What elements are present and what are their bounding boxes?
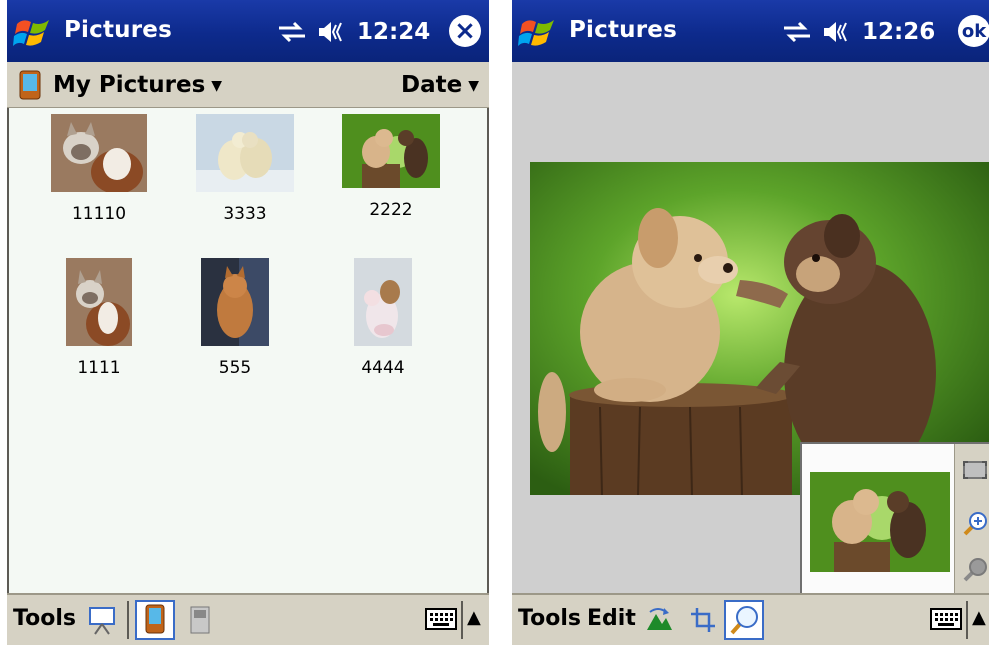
device-icon[interactable]	[19, 70, 41, 100]
thumbnail-item[interactable]: 4444	[323, 258, 443, 378]
sort-dropdown[interactable]: Date ▼	[401, 72, 479, 98]
bottom-menu-bar: Tools ▲	[7, 593, 489, 645]
sip-separator	[461, 601, 463, 639]
keyboard-icon[interactable]	[425, 607, 457, 633]
app-title: Pictures	[569, 17, 677, 43]
start-menu-icon[interactable]	[13, 10, 55, 52]
slideshow-icon[interactable]	[87, 604, 117, 636]
thumbnail-image	[354, 258, 412, 346]
tools-menu[interactable]: Tools	[518, 606, 581, 631]
fit-to-screen-icon[interactable]	[961, 456, 989, 484]
thumbnail-caption: 3333	[223, 204, 267, 224]
thumbnail-item[interactable]: 3333	[185, 114, 305, 224]
clock[interactable]: 12:24	[357, 19, 430, 45]
thumbnail-item[interactable]: 555	[175, 258, 295, 378]
folder-label: My Pictures	[53, 72, 206, 98]
zoom-pan-panel	[800, 442, 989, 602]
zoom-out-icon[interactable]	[961, 556, 989, 584]
sip-arrow-icon[interactable]: ▲	[467, 607, 481, 628]
thumbnail-caption: 2222	[369, 200, 413, 220]
close-button[interactable]: ×	[449, 15, 481, 47]
thumbnail-caption: 11110	[71, 204, 127, 224]
connectivity-icon[interactable]	[782, 19, 812, 45]
thumbnail-image	[342, 114, 440, 188]
thumbnail-item[interactable]: 2222	[331, 114, 451, 220]
clock[interactable]: 12:26	[862, 19, 935, 45]
zoom-tools	[954, 444, 989, 602]
app-title: Pictures	[64, 17, 172, 43]
thumbnail-image	[196, 114, 294, 192]
chevron-down-icon: ▼	[211, 77, 223, 94]
device-view-toggle[interactable]	[135, 600, 175, 640]
crop-icon[interactable]	[688, 604, 718, 636]
status-icons: 12:24	[277, 17, 430, 47]
keyboard-icon[interactable]	[930, 607, 962, 633]
picture-viewer-screen: Pictures 12:26 ok Tools Edit ▲	[512, 0, 989, 645]
sort-label: Date	[401, 72, 463, 98]
ok-button[interactable]: ok	[958, 15, 989, 47]
thumbnail-image	[66, 258, 132, 346]
storage-card-icon[interactable]	[185, 604, 215, 636]
thumbnail-item[interactable]: 11110	[39, 114, 159, 224]
tools-menu[interactable]: Tools	[13, 606, 76, 631]
thumbnail-caption: 4444	[361, 358, 405, 378]
device-icon	[145, 604, 165, 634]
status-icons: 12:26	[782, 17, 935, 47]
pictures-list-screen: Pictures 12:24 × My Pictures ▼ Date ▼ 11…	[7, 0, 489, 645]
chevron-down-icon: ▼	[468, 77, 479, 94]
thumbnail-image	[51, 114, 147, 194]
speaker-icon[interactable]	[317, 19, 347, 45]
folder-dropdown[interactable]: My Pictures ▼	[53, 72, 222, 98]
thumbnail-item[interactable]: 1111	[39, 258, 159, 378]
sip-arrow-icon[interactable]: ▲	[972, 607, 986, 628]
thumbnail-caption: 1111	[77, 358, 121, 378]
title-bar: Pictures 12:24 ×	[7, 0, 489, 62]
zoom-icon	[730, 606, 758, 635]
edit-menu[interactable]: Edit	[587, 606, 636, 631]
zoom-toggle[interactable]	[724, 600, 764, 640]
thumbnail-grid: 11110 3333 2222 1111 555 4444	[7, 108, 489, 595]
toolbar-separator	[127, 601, 129, 639]
title-bar: Pictures 12:26 ok	[512, 0, 989, 62]
thumbnail-caption: 555	[218, 358, 252, 378]
picture-viewport[interactable]	[512, 62, 989, 602]
start-menu-icon[interactable]	[518, 10, 560, 52]
bottom-menu-bar: Tools Edit ▲	[512, 593, 989, 645]
folder-bar: My Pictures ▼ Date ▼	[7, 62, 489, 109]
zoom-in-icon[interactable]	[961, 510, 989, 538]
sip-separator	[966, 601, 968, 639]
connectivity-icon[interactable]	[277, 19, 307, 45]
speaker-icon[interactable]	[822, 19, 852, 45]
rotate-icon[interactable]	[644, 604, 674, 636]
thumbnail-image	[201, 258, 269, 346]
navigator-thumbnail[interactable]	[810, 472, 950, 572]
